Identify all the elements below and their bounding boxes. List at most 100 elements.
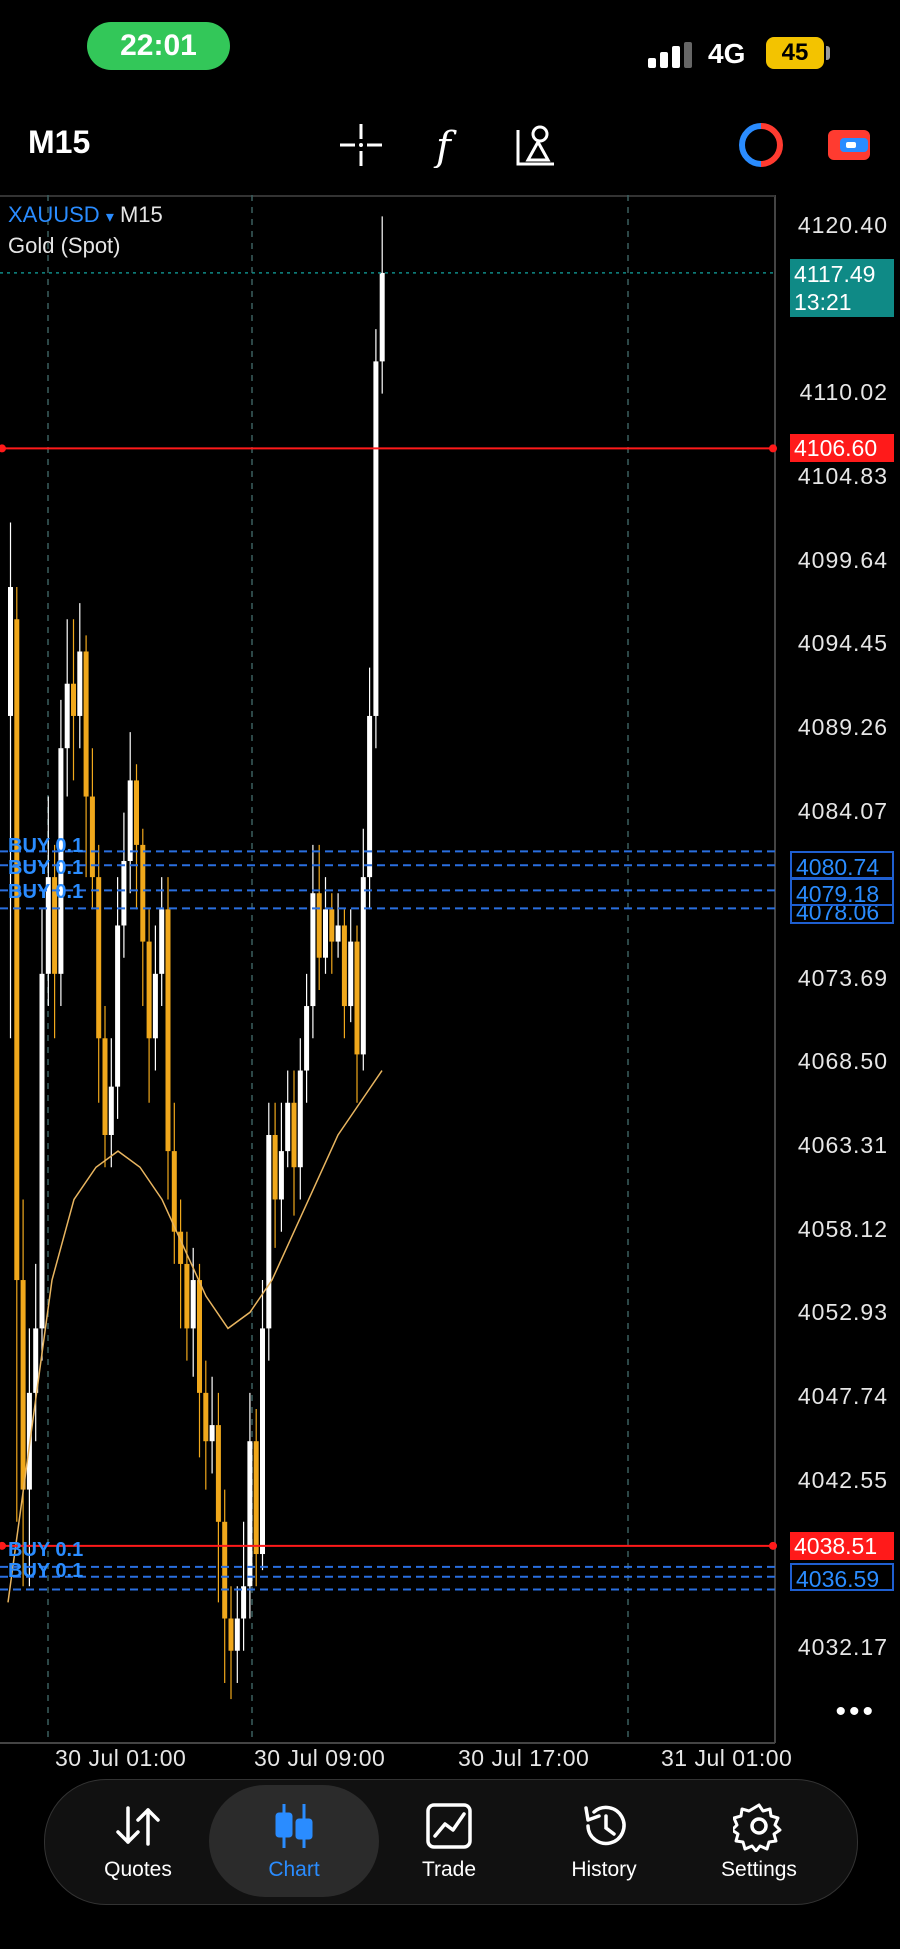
candle-body bbox=[241, 1586, 247, 1619]
position-level-tag: 4080.74 bbox=[790, 851, 894, 880]
red-level-handle bbox=[769, 1541, 777, 1550]
price-axis-label: 4073.69 bbox=[797, 964, 888, 991]
candle-body bbox=[228, 1618, 234, 1651]
candlestick-icon bbox=[275, 1804, 313, 1848]
current-price-tag: 4117.49 13:21 bbox=[790, 258, 894, 317]
candle-body bbox=[140, 844, 146, 942]
candle-body bbox=[108, 1086, 114, 1135]
candle-body bbox=[121, 861, 127, 926]
red-level-handle bbox=[0, 444, 6, 453]
current-price-value: 4117.49 bbox=[794, 260, 876, 287]
trade-chart-icon bbox=[426, 1803, 472, 1849]
tab-history[interactable]: History bbox=[529, 1800, 679, 1882]
candle-body bbox=[360, 877, 366, 1055]
battery-tip bbox=[826, 46, 830, 60]
price-axis-label: 4110.02 bbox=[799, 379, 888, 406]
chart-symbol[interactable]: XAUUSD ▾ M15 bbox=[8, 202, 163, 228]
cell-signal-icon bbox=[648, 42, 696, 68]
price-chart[interactable] bbox=[0, 195, 900, 1745]
objects-icon[interactable] bbox=[514, 122, 558, 168]
time-axis-label: 30 Jul 09:00 bbox=[254, 1745, 386, 1771]
candle-body bbox=[39, 973, 45, 1329]
price-axis-label: 4052.93 bbox=[797, 1299, 888, 1326]
position-level-tag: 4036.59 bbox=[790, 1562, 894, 1592]
tab-trade[interactable]: Trade bbox=[374, 1800, 524, 1882]
tab-quotes-label: Quotes bbox=[104, 1858, 172, 1881]
time-axis-label: 30 Jul 17:00 bbox=[458, 1745, 590, 1771]
candle-body bbox=[354, 941, 360, 1055]
candle-body bbox=[134, 780, 139, 845]
candle-body bbox=[266, 1134, 272, 1329]
candle-body bbox=[171, 1151, 177, 1232]
candle-body bbox=[367, 715, 373, 878]
buy-position-label[interactable]: BUY 0.1 bbox=[8, 1539, 83, 1562]
candle-body bbox=[310, 893, 316, 1007]
candle-body bbox=[165, 909, 171, 1152]
one-click-trading-icon[interactable] bbox=[738, 122, 784, 168]
indicator-f-icon[interactable]: f bbox=[432, 122, 466, 168]
candle-body bbox=[215, 1425, 221, 1522]
tab-chart-label: Chart bbox=[268, 1858, 320, 1881]
candle-body bbox=[71, 683, 76, 716]
history-clock-icon bbox=[584, 1805, 626, 1846]
candle-body bbox=[102, 1038, 108, 1135]
buy-position-label[interactable]: BUY 0.1 bbox=[8, 835, 83, 858]
candle-body bbox=[83, 651, 89, 797]
buy-position-label[interactable]: BUY 0.1 bbox=[8, 857, 83, 880]
buy-position-label[interactable]: BUY 0.1 bbox=[8, 881, 83, 904]
battery-icon: 45 bbox=[766, 37, 824, 69]
chart-description: Gold (Spot) bbox=[8, 233, 121, 258]
candle-body bbox=[285, 1102, 291, 1152]
candle-body bbox=[373, 361, 379, 716]
candle-body bbox=[115, 925, 121, 1087]
price-axis-label: 4063.31 bbox=[797, 1132, 888, 1159]
status-time-pill: 22:01 bbox=[87, 22, 230, 70]
candle-body bbox=[323, 909, 328, 958]
candle-body bbox=[247, 1441, 253, 1587]
candle-body bbox=[152, 973, 158, 1039]
candle-body bbox=[159, 909, 165, 974]
price-axis-label: 4099.64 bbox=[797, 546, 888, 573]
candle-body bbox=[209, 1425, 215, 1442]
tab-settings[interactable]: Settings bbox=[684, 1800, 834, 1882]
tab-settings-label: Settings bbox=[721, 1858, 797, 1881]
crosshair-icon[interactable] bbox=[338, 122, 384, 168]
price-axis-label: 4047.74 bbox=[797, 1383, 888, 1410]
more-options-button[interactable]: ••• bbox=[835, 1695, 876, 1729]
timeframe-button[interactable]: M15 bbox=[28, 124, 90, 161]
candle-body bbox=[304, 1006, 310, 1071]
candle-body bbox=[379, 272, 385, 362]
tab-chart[interactable]: Chart bbox=[219, 1800, 369, 1882]
candle-body bbox=[297, 1070, 303, 1168]
candle-body bbox=[96, 877, 102, 1039]
candle-body bbox=[348, 941, 354, 1007]
red-level-tag: 4038.51 bbox=[790, 1531, 894, 1560]
network-type: 4G bbox=[708, 38, 746, 69]
gear-icon bbox=[733, 1803, 782, 1852]
price-axis-label: 4032.17 bbox=[797, 1634, 888, 1660]
candle-body bbox=[8, 587, 13, 716]
tab-quotes[interactable]: Quotes bbox=[63, 1800, 213, 1882]
candle-body bbox=[316, 893, 322, 958]
price-axis-label: 4120.40 bbox=[797, 212, 888, 238]
price-axis-label: 4042.55 bbox=[797, 1466, 888, 1493]
buy-position-label[interactable]: BUY 0.1 bbox=[8, 1560, 83, 1583]
candle-body bbox=[20, 1280, 26, 1490]
time-axis-label: 30 Jul 01:00 bbox=[55, 1745, 187, 1771]
candle-body bbox=[341, 925, 347, 1007]
candle-body bbox=[184, 1263, 190, 1329]
time-axis-label: 31 Jul 01:00 bbox=[661, 1745, 793, 1771]
quotes-arrows-icon bbox=[116, 1806, 160, 1846]
candle-body bbox=[253, 1441, 259, 1555]
account-icon[interactable] bbox=[826, 122, 872, 168]
moving-average-line bbox=[7, 1070, 383, 1603]
candle-body bbox=[127, 780, 133, 862]
candle-body bbox=[14, 619, 20, 1281]
candle-body bbox=[260, 1328, 265, 1555]
candle-body bbox=[329, 909, 335, 942]
price-axis-label: 4084.07 bbox=[797, 797, 888, 824]
candle-body bbox=[203, 1392, 209, 1442]
bar-countdown: 13:21 bbox=[794, 288, 852, 315]
candle-body bbox=[291, 1102, 297, 1168]
price-axis-label: 4089.26 bbox=[797, 713, 888, 740]
